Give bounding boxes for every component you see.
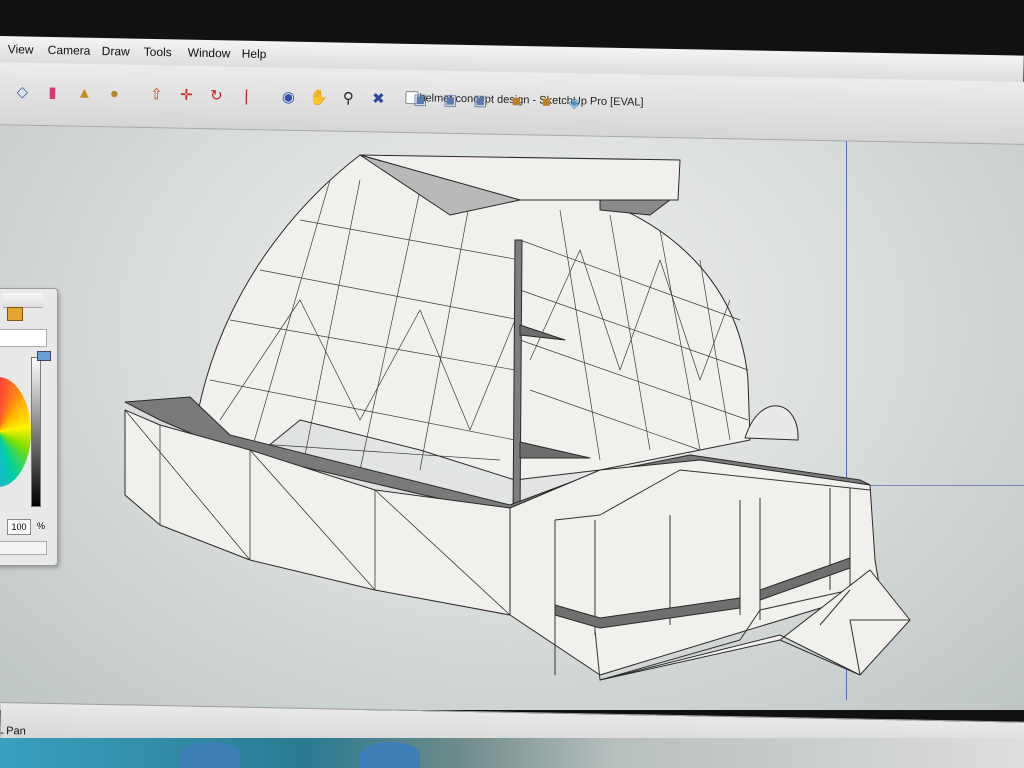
desktop-item <box>360 742 420 768</box>
sandbox-icon[interactable]: ■ <box>535 90 557 112</box>
desktop-item <box>180 742 240 768</box>
menu-tools[interactable]: Tools <box>144 45 172 60</box>
drawing-area[interactable] <box>0 120 1024 710</box>
helmet-model[interactable] <box>0 120 1024 710</box>
status-tool-hint: Pan <box>6 725 26 738</box>
measurements-label: Measurem <box>980 711 1024 725</box>
zoom-extents-icon[interactable]: ✖ <box>367 87 389 109</box>
color-swatch-bar <box>0 329 47 347</box>
eraser-icon[interactable]: ▮ <box>41 81 63 103</box>
opacity-slider[interactable] <box>0 541 47 555</box>
pan-hand-icon[interactable]: ✋ <box>307 86 329 108</box>
move-icon[interactable]: ✛ <box>175 84 197 106</box>
colors-panel: 100 % <box>0 288 58 566</box>
tape-measure-icon[interactable]: ● <box>103 82 125 104</box>
pushpull-icon[interactable]: ◇ <box>11 80 33 102</box>
offset-icon[interactable]: ❘ <box>235 85 257 107</box>
crayons-icon[interactable] <box>7 307 23 321</box>
component-icon[interactable]: ■ <box>505 90 527 112</box>
panel-titlebar <box>3 293 43 308</box>
top-view-icon[interactable]: ▣ <box>439 89 461 111</box>
orbit-icon[interactable]: ◉ <box>277 86 299 108</box>
menu-view[interactable]: View <box>8 42 34 56</box>
style-icon[interactable]: ◈ <box>563 91 585 113</box>
color-wheel[interactable] <box>0 377 31 487</box>
paint-bucket-icon[interactable]: ▲ <box>73 82 95 104</box>
menu-camera[interactable]: Camera <box>48 43 91 58</box>
slider-handle[interactable] <box>37 351 51 361</box>
sketchup-window: View Camera Draw Tools Window Help helme… <box>0 0 1024 768</box>
menu-draw[interactable]: Draw <box>102 44 130 59</box>
rotate-icon[interactable]: ↻ <box>205 84 227 106</box>
menu-help[interactable]: Help <box>242 47 267 61</box>
zoom-icon[interactable]: ⚲ <box>337 87 359 109</box>
brightness-slider[interactable] <box>31 357 41 507</box>
opacity-unit: % <box>37 521 46 531</box>
menu-window[interactable]: Window <box>188 46 231 61</box>
iso-view-icon[interactable]: ▣ <box>409 88 431 110</box>
opacity-input[interactable]: 100 <box>7 519 31 535</box>
desktop-background <box>0 738 1024 768</box>
front-view-icon[interactable]: ▣ <box>469 89 491 111</box>
push-pull-arrow-icon[interactable]: ⇧ <box>145 83 167 105</box>
mesh-dome <box>744 405 799 441</box>
